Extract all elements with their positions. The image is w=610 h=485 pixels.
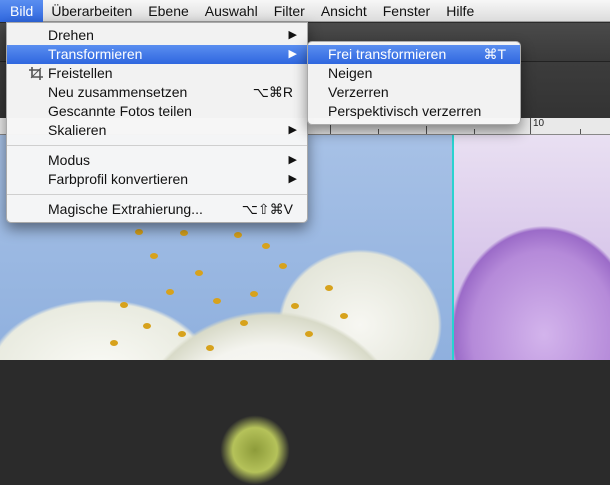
menu-item-label: Neu zusammensetzen [48,84,188,100]
pollen [135,229,143,235]
ruler-tick [426,126,427,134]
crop-icon [29,67,43,80]
ruler-number: 10 [533,118,545,129]
pollen [240,320,248,326]
pollen [250,291,258,297]
menu-item-frei-transformieren[interactable]: Frei transformieren ⌘T [308,45,520,64]
menu-item-label: Modus [48,152,91,168]
ruler-tick [474,129,475,134]
bild-menu: Drehen ▶ Transformieren ▶ Freistellen Ne… [6,22,308,223]
menu-item-freistellen[interactable]: Freistellen [7,64,307,83]
menu-item-label: Freistellen [48,65,113,81]
pollen [340,313,348,319]
menu-item-neigen[interactable]: Neigen [308,64,520,83]
menu-item-label: Farbprofil konvertieren [48,171,189,187]
pollen [110,340,118,346]
pollen [180,230,188,236]
pollen [206,345,214,351]
menu-item-label: Drehen [48,27,94,43]
menu-item-neu-zusammensetzen[interactable]: Neu zusammensetzen ⌥⌘R [7,83,307,102]
pollen [213,298,221,304]
pollen [195,270,203,276]
menu-ansicht[interactable]: Ansicht [313,0,375,22]
pollen [178,331,186,337]
pollen [305,331,313,337]
menu-item-transformieren[interactable]: Transformieren ▶ [7,45,307,64]
submenu-arrow-icon: ▶ [288,154,297,166]
menu-item-modus[interactable]: Modus ▶ [7,151,307,170]
menu-fenster[interactable]: Fenster [375,0,438,22]
menu-bar: Bild Überarbeiten Ebene Auswahl Filter A… [0,0,610,22]
pollen [143,323,151,329]
menu-filter[interactable]: Filter [266,0,313,22]
submenu-arrow-icon: ▶ [288,124,297,136]
transformieren-submenu: Frei transformieren ⌘T Neigen Verzerren … [307,41,521,125]
menu-item-label: Transformieren [48,46,143,62]
pollen [262,243,270,249]
menu-auswahl[interactable]: Auswahl [197,0,266,22]
ruler-tick [530,118,531,134]
menu-separator [7,145,307,146]
submenu-arrow-icon: ▶ [288,29,297,41]
pollen [120,302,128,308]
menu-item-verzerren[interactable]: Verzerren [308,83,520,102]
submenu-arrow-icon: ▶ [288,173,297,185]
menu-item-label: Frei transformieren [328,46,447,62]
menu-item-perspektivisch-verzerren[interactable]: Perspektivisch verzerren [308,102,520,121]
menu-bild[interactable]: Bild [0,0,44,22]
photo-canvas-right[interactable] [454,135,610,360]
menu-item-label: Neigen [328,65,373,81]
menu-item-magische-extrahierung[interactable]: Magische Extrahierung... ⌥⇧⌘V [7,200,307,219]
pollen [166,289,174,295]
menu-separator [7,194,307,195]
menu-item-label: Verzerren [328,84,389,100]
menu-item-label: Magische Extrahierung... [48,201,203,217]
pollen [150,253,158,259]
menu-item-drehen[interactable]: Drehen ▶ [7,26,307,45]
menu-item-skalieren[interactable]: Skalieren ▶ [7,121,307,140]
menu-ueberarbeiten[interactable]: Überarbeiten [43,0,140,22]
menu-item-label: Perspektivisch verzerren [328,103,482,119]
shortcut-label: ⌘T [483,46,506,62]
ruler-tick [580,129,581,134]
menu-item-label: Skalieren [48,122,107,138]
submenu-arrow-icon: ▶ [288,48,297,60]
menu-hilfe[interactable]: Hilfe [438,0,482,22]
menu-item-label: Gescannte Fotos teilen [48,103,192,119]
pollen [234,232,242,238]
shortcut-label: ⌥⌘R [252,84,293,100]
menu-ebene[interactable]: Ebene [140,0,196,22]
ruler-tick [378,129,379,134]
menu-item-gescannte-fotos-teilen[interactable]: Gescannte Fotos teilen [7,102,307,121]
pollen [291,303,299,309]
flower-center [220,415,290,485]
menu-item-farbprofil-konvertieren[interactable]: Farbprofil konvertieren ▶ [7,170,307,189]
shortcut-label: ⌥⇧⌘V [241,201,293,217]
pollen [279,263,287,269]
pollen [325,285,333,291]
